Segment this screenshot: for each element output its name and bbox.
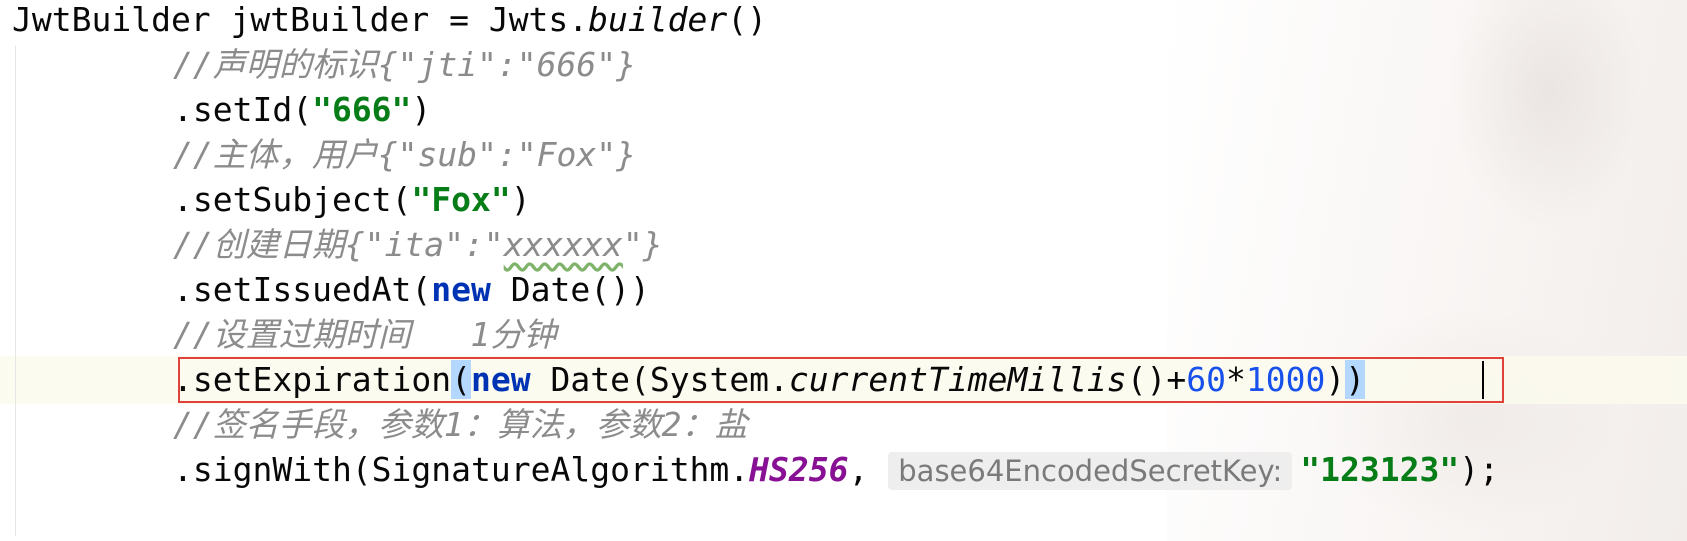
signwith-call: .signWith(SignatureAlgorithm.	[173, 450, 750, 489]
close-paren: )	[510, 180, 531, 219]
new-keyword: new	[431, 270, 491, 309]
code-line-2[interactable]: //声明的标识{"jti":"666"}	[173, 41, 636, 89]
setid-call: .setId(	[173, 90, 313, 129]
secret-key-arg: "123123"	[1300, 450, 1460, 489]
declaration-text: JwtBuilder jwtBuilder = Jwts.	[12, 0, 589, 39]
code-line-6[interactable]: //创建日期{"ita":"xxxxxx"}	[173, 221, 663, 269]
code-line-5[interactable]: .setSubject("Fox")	[173, 176, 531, 224]
code-line-4[interactable]: //主体，用户{"sub":"Fox"}	[173, 131, 636, 179]
code-line-8[interactable]: //设置过期时间 1分钟	[173, 311, 556, 359]
close-paren: )	[411, 90, 432, 129]
hs256-constant: HS256	[749, 450, 849, 489]
setissuedat-call: .setIssuedAt(	[173, 270, 432, 309]
code-editor[interactable]: JwtBuilder jwtBuilder = Jwts.builder() /…	[0, 0, 1687, 541]
setid-arg: "666"	[312, 90, 412, 129]
code-line-3[interactable]: .setId("666")	[173, 86, 431, 134]
spelling-warning[interactable]: xxxxxx	[504, 225, 623, 264]
code-line-11[interactable]: .signWith(SignatureAlgorithm.HS256, base…	[173, 446, 1499, 494]
comma: ,	[848, 450, 889, 489]
parameter-hint: base64EncodedSecretKey:	[888, 452, 1293, 490]
statement-end: );	[1459, 450, 1499, 489]
code-line-7[interactable]: .setIssuedAt(new Date())	[173, 266, 650, 314]
comment-ita: //创建日期{"ita":"	[173, 225, 504, 264]
setsubject-call: .setSubject(	[173, 180, 412, 219]
comment-signwith: //签名手段，参数1：算法，参数2：盐	[173, 405, 748, 444]
highlight-box	[178, 357, 1504, 403]
setsubject-arg: "Fox"	[411, 180, 511, 219]
call-parens: ()	[727, 0, 767, 39]
code-line-10[interactable]: //签名手段，参数1：算法，参数2：盐	[173, 401, 747, 449]
comment-ita-end: "}	[622, 225, 663, 264]
text-caret	[1482, 361, 1484, 399]
comment-jti: //声明的标识{"jti":"666"}	[173, 45, 637, 84]
comment-expiration: //设置过期时间 1分钟	[173, 315, 557, 354]
date-constructor: Date())	[490, 270, 650, 309]
code-line-1[interactable]: JwtBuilder jwtBuilder = Jwts.builder()	[12, 0, 767, 44]
builder-method: builder	[588, 0, 728, 39]
indent-guide	[15, 46, 16, 536]
comment-sub: //主体，用户{"sub":"Fox"}	[173, 135, 637, 174]
